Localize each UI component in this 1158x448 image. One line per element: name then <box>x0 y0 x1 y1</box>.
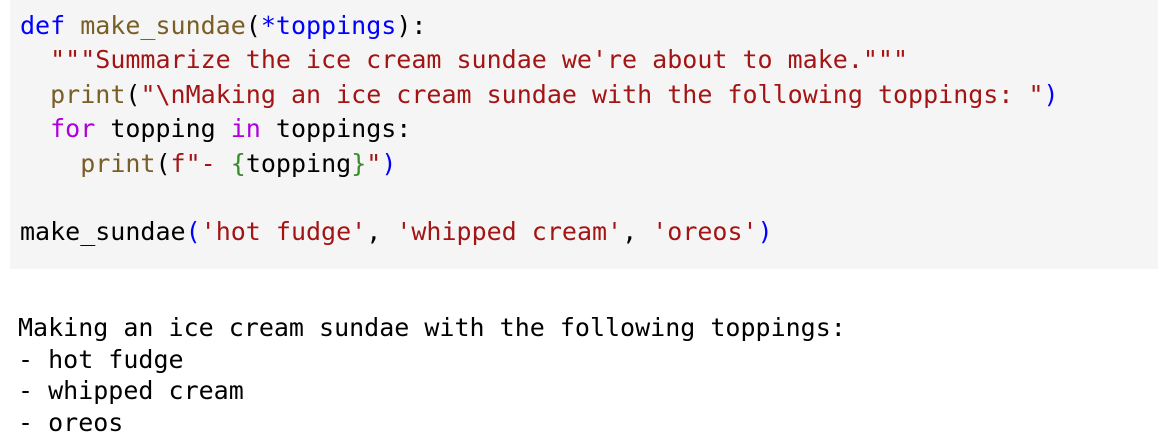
output-line: - oreos <box>18 407 124 437</box>
output-line: - whipped cream <box>18 376 244 405</box>
code-token-keyword: def <box>20 11 66 40</box>
code-token-keyword: *toppings <box>260 11 397 40</box>
code-editor[interactable]: def make_sundae(*toppings): """Summarize… <box>20 9 1059 250</box>
code-token-string: 'oreos' <box>652 217 758 247</box>
code-token-string: "\nMaking an ice cream sundae with the f… <box>140 79 1044 109</box>
code-token-string: 'whipped cream' <box>396 217 623 247</box>
code-token-interpolation-brace: { <box>230 148 246 178</box>
code-token-interpolation-brace: } <box>351 148 367 178</box>
code-token-plain: topping <box>245 148 352 178</box>
code-token-punct: ( <box>125 79 141 109</box>
code-token-punct: ): <box>396 11 427 40</box>
code-token-builtin: print <box>80 148 156 178</box>
code-token-control-keyword: in <box>230 114 261 144</box>
code-line: print(f"- {topping}") <box>20 147 1059 181</box>
code-token-punct: ( <box>155 148 171 178</box>
code-token-string: """Summarize the ice cream sundae we're … <box>50 45 909 75</box>
code-token-plain: , <box>366 217 397 247</box>
code-token-builtin: print <box>50 79 126 109</box>
code-cell[interactable]: def make_sundae(*toppings): """Summarize… <box>10 0 1158 269</box>
notebook-page: def make_sundae(*toppings): """Summarize… <box>0 0 1158 448</box>
code-token-plain: toppings: <box>260 114 412 144</box>
output-area: Making an ice cream sundae with the foll… <box>18 312 846 438</box>
code-token-keyword: ) <box>757 217 773 247</box>
code-token-string: f"- <box>170 148 231 178</box>
code-token-function-name: make_sundae <box>65 11 246 40</box>
code-token-plain: make_sundae <box>20 217 186 247</box>
code-line: print("\nMaking an ice cream sundae with… <box>20 78 1059 112</box>
code-token-keyword: ( <box>185 217 201 247</box>
output-line: Making an ice cream sundae with the foll… <box>18 313 846 342</box>
code-line: make_sundae('hot fudge', 'whipped cream'… <box>20 215 1059 249</box>
code-token-punct: ( <box>245 11 261 40</box>
code-line: for topping in toppings: <box>20 112 1059 146</box>
code-line: """Summarize the ice cream sundae we're … <box>20 43 1059 77</box>
code-line: def make_sundae(*toppings): <box>20 9 1059 43</box>
code-token-keyword: ) <box>1043 79 1059 109</box>
code-token-control-keyword: for <box>50 114 96 144</box>
code-token-plain: topping <box>95 114 231 144</box>
code-token-plain: , <box>622 217 653 247</box>
code-token-string: " <box>366 148 382 178</box>
output-line: - hot fudge <box>18 344 184 374</box>
code-token-keyword: ) <box>381 148 397 178</box>
code-token-string: 'hot fudge' <box>200 217 367 247</box>
